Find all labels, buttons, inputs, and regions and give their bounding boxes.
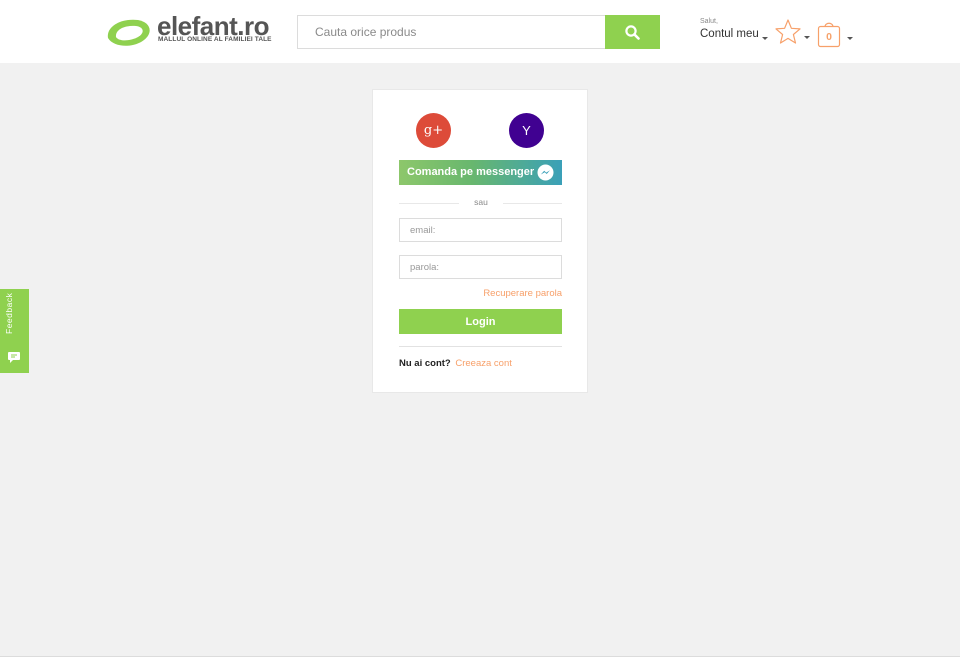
logo-tagline: MALLUL ONLINE AL FAMILIEI TALE [158, 36, 272, 43]
messenger-icon [537, 164, 554, 181]
account-label: Contul meu [700, 28, 759, 40]
yahoo-login-button[interactable]: Y [509, 113, 544, 148]
site-logo[interactable]: elefant.ro MALLUL ONLINE AL FAMILIEI TAL… [104, 11, 279, 48]
account-greeting: Salut, [700, 18, 718, 25]
login-card: g+ Y Comanda pe messenger sau Recuperare… [372, 89, 588, 393]
create-account-link[interactable]: Creeaza cont [455, 358, 512, 369]
cart-button[interactable]: 0 [817, 19, 855, 49]
search-icon [625, 25, 640, 40]
site-header: elefant.ro MALLUL ONLINE AL FAMILIEI TAL… [0, 0, 960, 63]
chat-bubble-icon [8, 352, 20, 363]
search-button[interactable] [605, 15, 660, 49]
login-button[interactable]: Login [399, 309, 562, 334]
account-menu[interactable]: Salut, Contul meu [700, 18, 768, 40]
feedback-label: Feedback [4, 292, 14, 334]
chevron-down-icon [762, 37, 768, 40]
google-plus-icon: g+ [423, 123, 444, 138]
cart-count: 0 [826, 31, 832, 43]
star-icon [775, 19, 801, 44]
messenger-order-button[interactable]: Comanda pe messenger [399, 160, 562, 185]
no-account-text: Nu ai cont? [399, 358, 451, 369]
google-login-button[interactable]: g+ [416, 113, 451, 148]
feedback-tab[interactable]: Feedback [0, 289, 29, 373]
wishlist-button[interactable] [774, 18, 812, 48]
recover-password-link[interactable]: Recuperare parola [399, 288, 562, 299]
separator-text: sau [474, 197, 488, 207]
chevron-down-icon [847, 37, 853, 40]
email-field[interactable] [399, 218, 562, 242]
separator-line [503, 203, 562, 204]
elefant-leaf-icon [107, 19, 150, 46]
footer-edge [0, 656, 960, 668]
password-field[interactable] [399, 255, 562, 279]
divider [399, 346, 562, 347]
signup-prompt: Nu ai cont? Creeaza cont [399, 358, 512, 369]
messenger-button-label: Comanda pe messenger [407, 166, 535, 178]
chevron-down-icon [804, 36, 810, 39]
yahoo-icon: Y [522, 123, 531, 138]
search-input[interactable] [297, 15, 607, 49]
separator-line [399, 203, 459, 204]
